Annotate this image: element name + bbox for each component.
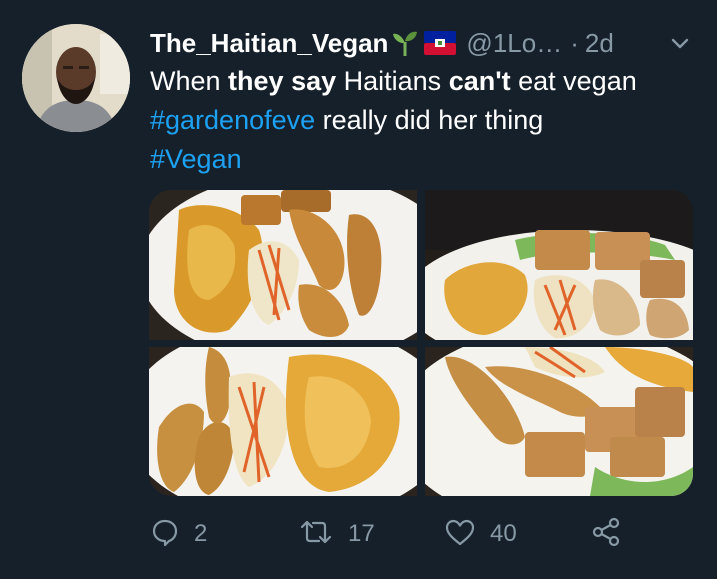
like-count: 40 bbox=[490, 520, 517, 547]
haiti-flag-icon bbox=[424, 31, 457, 55]
separator: · bbox=[570, 27, 579, 58]
text-bold-segment: they say bbox=[228, 66, 337, 96]
heart-icon bbox=[444, 517, 476, 552]
text-segment: When bbox=[150, 66, 229, 96]
retweet-icon bbox=[298, 517, 334, 552]
share-button[interactable] bbox=[590, 514, 622, 554]
media-grid bbox=[149, 190, 693, 496]
timestamp[interactable]: 2d bbox=[585, 28, 614, 59]
hashtag-link[interactable]: #gardenofeve bbox=[150, 105, 315, 135]
reply-count: 2 bbox=[194, 520, 208, 547]
display-name[interactable]: The_Haitian_Vegan bbox=[150, 28, 388, 59]
text-segment: Haitians bbox=[336, 66, 449, 96]
retweet-count: 17 bbox=[348, 520, 375, 547]
user-handle[interactable]: @1Lo… bbox=[466, 28, 562, 59]
text-segment: really did her thing bbox=[315, 105, 544, 135]
text-bold-segment: can't bbox=[448, 66, 511, 96]
share-icon bbox=[590, 516, 622, 553]
like-button[interactable]: 40 bbox=[444, 514, 517, 554]
sprout-emoji-icon bbox=[392, 29, 418, 57]
food-photo[interactable] bbox=[149, 347, 417, 496]
tweet-header: The_Haitian_Vegan @1Lo… · 2d bbox=[150, 26, 697, 60]
avatar-image bbox=[22, 24, 130, 132]
tweet-text: When they say Haitians can't eat vegan #… bbox=[150, 62, 690, 179]
food-photo[interactable] bbox=[149, 190, 417, 340]
reply-icon bbox=[150, 517, 180, 552]
tweet[interactable]: The_Haitian_Vegan @1Lo… · 2d When they s… bbox=[0, 0, 717, 579]
reply-button[interactable]: 2 bbox=[150, 514, 207, 554]
text-segment: eat vegan bbox=[510, 66, 637, 96]
avatar[interactable] bbox=[22, 24, 130, 132]
hashtag-link[interactable]: #Vegan bbox=[150, 144, 242, 174]
food-photo[interactable] bbox=[425, 190, 693, 340]
retweet-button[interactable]: 17 bbox=[298, 514, 375, 554]
food-photo[interactable] bbox=[425, 347, 693, 496]
chevron-down-icon[interactable] bbox=[669, 32, 691, 59]
tweet-actions: 2 17 40 bbox=[150, 514, 670, 554]
